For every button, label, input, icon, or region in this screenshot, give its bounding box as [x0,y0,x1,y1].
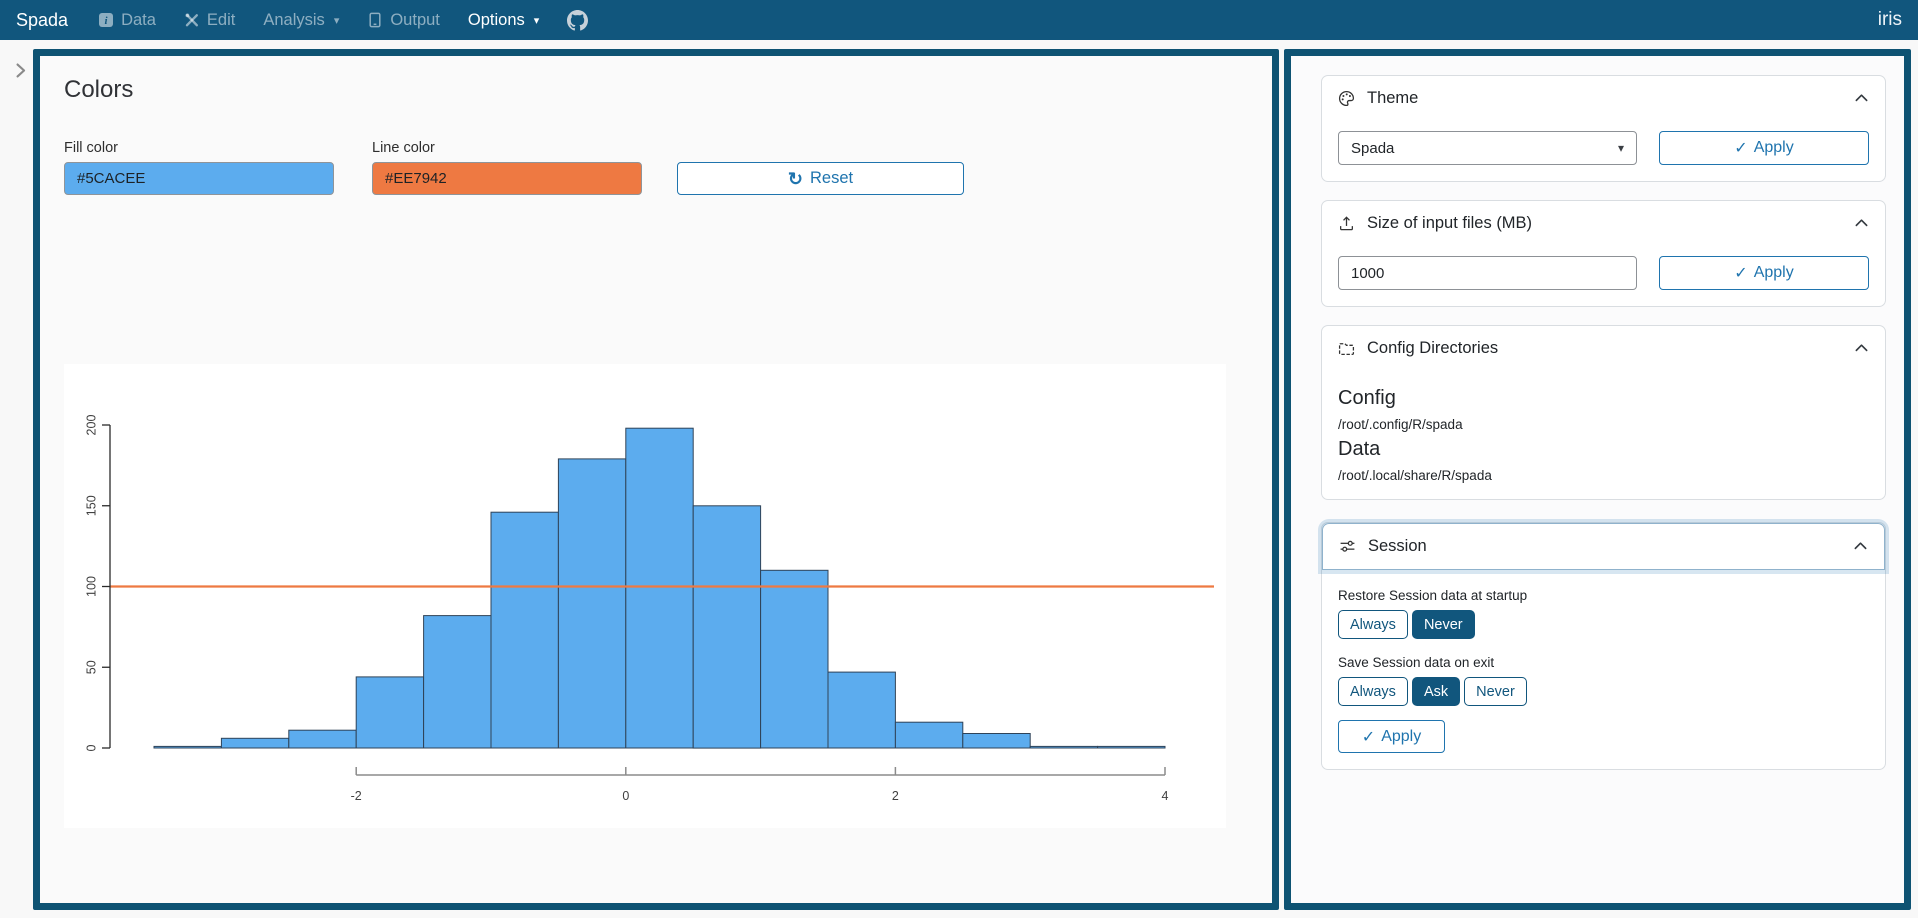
session-apply-button[interactable]: ✓ Apply [1338,720,1445,753]
sliders-icon [1339,538,1356,555]
chevron-up-icon [1854,341,1869,356]
info-icon: i [98,12,114,28]
line-color-label: Line color [372,140,642,156]
github-link[interactable] [567,10,588,31]
data-dir-name: Data [1338,438,1869,461]
config-dirs-panel-header[interactable]: Config Directories [1322,326,1885,371]
theme-select[interactable]: Spada ▾ [1338,131,1637,165]
check-icon: ✓ [1734,263,1747,283]
chevron-down-icon: ▾ [534,14,540,27]
restore-session-label: Restore Session data at startup [1338,588,1869,603]
restore-always-button[interactable]: Always [1338,610,1408,639]
tools-icon [184,12,200,28]
file-size-apply-button[interactable]: ✓ Apply [1659,256,1869,290]
palette-icon [1338,90,1355,107]
navbar: Spada i Data Edit Analysis ▾ Output Opti… [0,0,1918,40]
svg-text:200: 200 [84,415,98,436]
svg-text:-2: -2 [351,789,362,803]
active-dataset-label[interactable]: iris [1878,9,1902,31]
nav-item-data[interactable]: i Data [98,11,156,30]
svg-text:4: 4 [1162,789,1169,803]
restore-never-button[interactable]: Never [1412,610,1475,639]
save-always-button[interactable]: Always [1338,677,1408,706]
data-dir-path: /root/.local/share/R/spada [1338,468,1869,483]
save-never-button[interactable]: Never [1464,677,1527,706]
svg-text:2: 2 [892,789,899,803]
svg-text:100: 100 [84,576,98,597]
theme-panel-header[interactable]: Theme [1322,76,1885,121]
svg-text:0: 0 [84,744,98,751]
content-area: Colors Fill color Line color ↻ Reset 0 50… [0,40,1918,918]
restore-session-toggle-group: Always Never [1338,610,1869,639]
chevron-up-icon [1853,539,1868,554]
histogram-plot: 0 50 100 150 200 -2 0 2 4 [64,364,1226,828]
file-size-panel-header[interactable]: Size of input files (MB) [1322,201,1885,246]
chevron-up-icon [1854,216,1869,231]
session-panel: Session Restore Session data at startup … [1321,522,1886,770]
save-ask-button[interactable]: Ask [1412,677,1460,706]
file-size-panel-title: Size of input files (MB) [1367,214,1532,233]
chevron-down-icon: ▾ [334,14,340,27]
nav-item-options[interactable]: Options ▾ [468,11,539,30]
theme-panel-title: Theme [1367,89,1418,108]
session-panel-title: Session [1368,537,1427,556]
main-panel: Colors Fill color Line color ↻ Reset 0 50… [33,49,1279,910]
reset-colors-button[interactable]: ↻ Reset [677,162,964,195]
github-icon [567,10,588,31]
nav-item-edit[interactable]: Edit [184,11,235,30]
folder-icon [1338,340,1355,357]
color-controls-row: Fill color Line color ↻ Reset [64,140,1248,195]
file-size-panel: Size of input files (MB) ✓ Apply [1321,200,1886,307]
check-icon: ✓ [1734,138,1747,158]
config-dirs-panel-title: Config Directories [1367,339,1498,358]
line-color-input[interactable] [372,162,642,195]
file-size-input[interactable] [1338,256,1637,290]
fill-color-input[interactable] [64,162,334,195]
upload-icon [1338,215,1355,232]
config-dir-path: /root/.config/R/spada [1338,417,1869,432]
save-session-toggle-group: Always Ask Never [1338,677,1869,706]
fill-color-label: Fill color [64,140,334,156]
tablet-icon [367,12,383,28]
sidebar-expand-toggle[interactable] [8,49,33,910]
chevron-down-icon: ▾ [1618,141,1624,155]
svg-text:50: 50 [84,660,98,674]
nav-item-output[interactable]: Output [367,11,440,30]
settings-sidebar: Theme Spada ▾ ✓ Apply [1284,49,1911,910]
chevron-up-icon [1854,91,1869,106]
config-dirs-panel: Config Directories Config /root/.config/… [1321,325,1886,500]
theme-apply-button[interactable]: ✓ Apply [1659,131,1869,165]
app-brand: Spada [16,10,68,31]
session-panel-header[interactable]: Session [1322,523,1885,570]
histogram-svg: 0 50 100 150 200 -2 0 2 4 [64,364,1226,828]
theme-panel: Theme Spada ▾ ✓ Apply [1321,75,1886,182]
nav-item-analysis[interactable]: Analysis ▾ [263,11,339,30]
refresh-icon: ↻ [788,170,803,188]
config-dir-name: Config [1338,387,1869,410]
save-session-label: Save Session data on exit [1338,655,1869,670]
svg-text:150: 150 [84,495,98,516]
check-icon: ✓ [1362,727,1375,747]
page-title: Colors [64,76,1248,104]
chevron-right-icon [11,61,30,80]
svg-text:0: 0 [622,789,629,803]
